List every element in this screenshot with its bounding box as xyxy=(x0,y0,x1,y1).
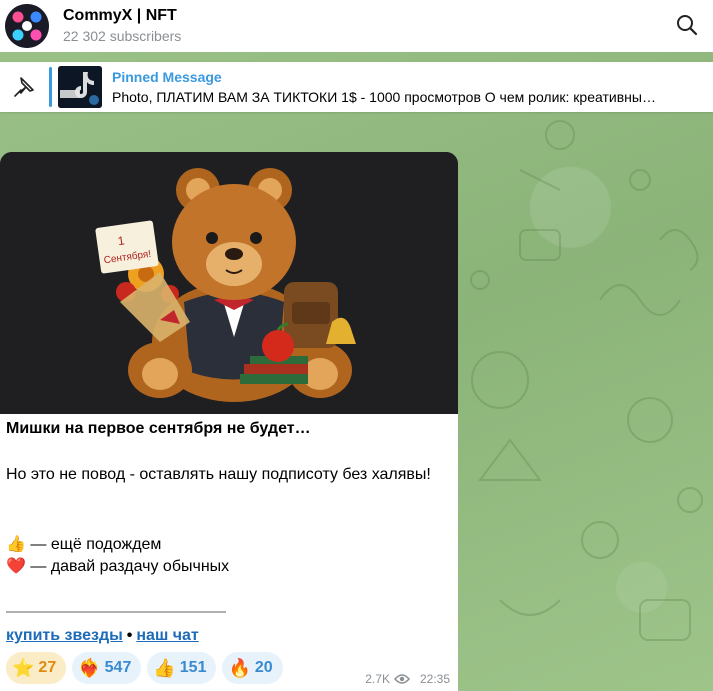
reaction-count: 27 xyxy=(38,659,57,676)
view-count: 2.7K xyxy=(365,672,390,686)
link-our-chat[interactable]: наш чат xyxy=(136,627,198,644)
message-body: Но это не повод - оставлять нашу подписо… xyxy=(6,466,431,483)
pinned-title: Pinned Message xyxy=(112,69,222,85)
star-icon: ⭐ xyxy=(12,657,35,678)
subscriber-count: 22 302 subscribers xyxy=(63,28,182,44)
channel-avatar[interactable] xyxy=(5,4,49,48)
fire-icon: 🔥 xyxy=(228,657,251,678)
reactions-bar: ⭐ 27 ❤️‍🔥 547 👍 151 🔥 20 xyxy=(6,652,283,684)
reaction-thumbs-up[interactable]: 👍 151 xyxy=(147,652,217,684)
pinned-thumbnail xyxy=(58,66,102,108)
pinned-message-bar[interactable]: Pinned Message Photo, ПЛАТИМ ВАМ ЗА ТИКТ… xyxy=(0,62,713,112)
link-buy-stars[interactable]: купить звезды xyxy=(6,627,123,644)
reaction-count: 20 xyxy=(254,659,273,676)
reaction-fire[interactable]: 🔥 20 xyxy=(222,652,283,684)
heart-fire-icon: ❤️‍🔥 xyxy=(78,657,101,678)
channel-title: CommyX | NFT xyxy=(63,7,177,24)
message-divider xyxy=(6,611,226,613)
message-links: купить звезды • наш чат xyxy=(6,627,199,645)
message-option-thumbs: 👍 — ещё подождем xyxy=(6,536,162,553)
reaction-heart-fire[interactable]: ❤️‍🔥 547 xyxy=(72,652,142,684)
message-meta: 2.7K 22:35 xyxy=(365,672,450,686)
pinned-preview-text: Photo, ПЛАТИМ ВАМ ЗА ТИКТОКИ 1$ - 1000 п… xyxy=(112,89,656,105)
message-option-heart: ❤️ — давай раздачу обычных xyxy=(6,558,230,575)
link-separator: • xyxy=(126,627,133,644)
message-photo[interactable]: 1 Сентября! xyxy=(0,152,458,414)
message-time: 22:35 xyxy=(419,672,450,686)
reaction-count: 547 xyxy=(104,659,132,676)
thumbs-up-icon: 👍 xyxy=(153,657,176,678)
message-bubble[interactable]: 1 Сентября! Мишки на первое сентября не … xyxy=(0,152,458,691)
pin-icon[interactable] xyxy=(12,75,36,99)
channel-header[interactable]: CommyX | NFT 22 302 subscribers xyxy=(0,0,713,52)
search-icon[interactable] xyxy=(675,13,699,37)
pinned-accent-bar xyxy=(49,67,52,107)
reaction-count: 151 xyxy=(179,659,207,676)
eye-icon xyxy=(393,674,410,684)
reaction-star[interactable]: ⭐ 27 xyxy=(6,652,67,684)
message-headline: Мишки на первое сентября не будет… xyxy=(6,420,311,437)
